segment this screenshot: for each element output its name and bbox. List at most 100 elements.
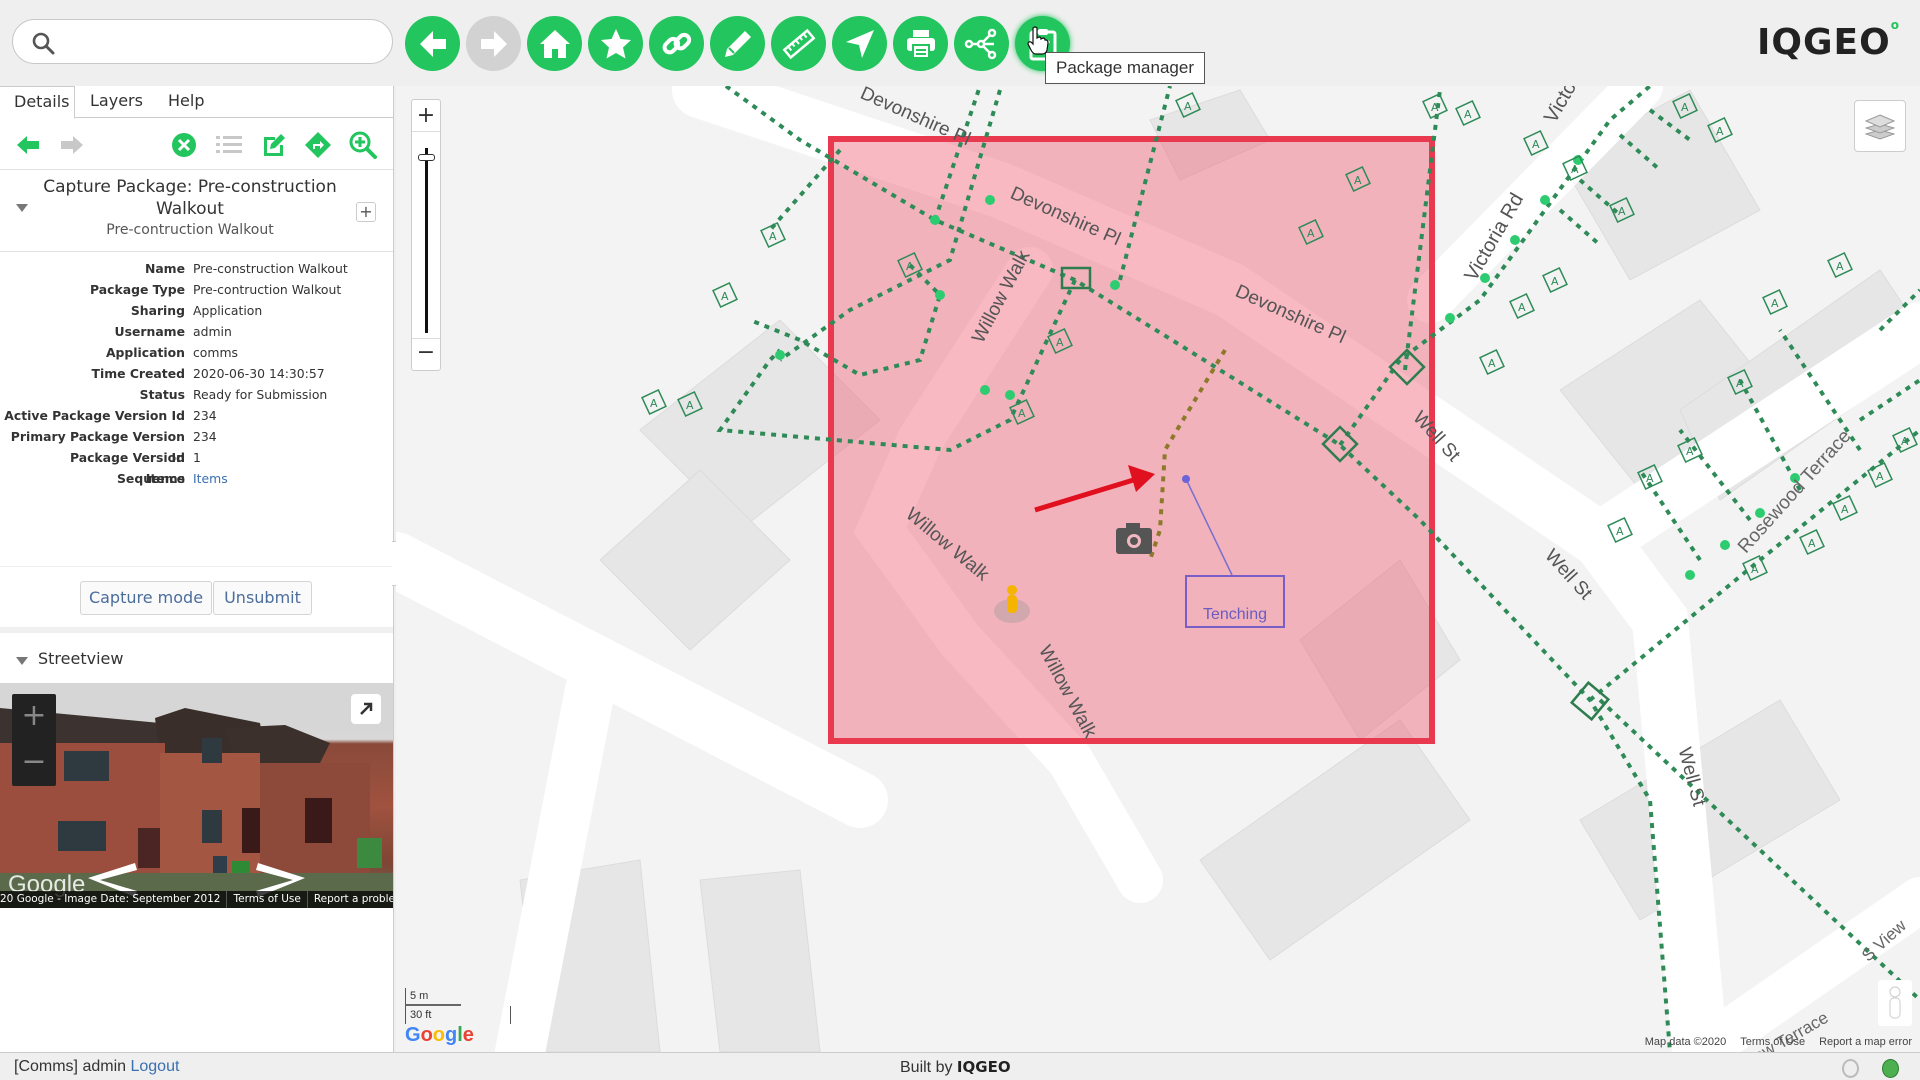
hand-cursor-icon: [1027, 26, 1049, 55]
list-button[interactable]: [215, 131, 243, 159]
print-button[interactable]: [893, 16, 948, 71]
tab-layers[interactable]: Layers: [76, 86, 157, 119]
user-label: [Comms] admin: [14, 1058, 127, 1075]
details-back-button[interactable]: [14, 131, 42, 159]
network-node: [775, 350, 785, 360]
detail-value: comms: [193, 345, 238, 360]
home-button[interactable]: [527, 16, 582, 71]
network-node: [1540, 195, 1550, 205]
details-forward-button[interactable]: [58, 131, 86, 159]
address-point-glyph: A: [1018, 407, 1026, 420]
address-point-glyph: A: [1616, 525, 1624, 538]
search-input[interactable]: [63, 28, 373, 56]
forward-button[interactable]: [466, 16, 521, 71]
scale-metric: 5 m: [405, 988, 461, 1006]
clear-button[interactable]: [170, 131, 198, 159]
network-node: [980, 385, 990, 395]
detail-key: Sharing: [130, 303, 185, 318]
measure-button[interactable]: [771, 16, 826, 71]
capture-area[interactable]: [828, 136, 1435, 744]
building: [1199, 719, 1471, 961]
arrow-right-icon: [480, 30, 507, 57]
address-point-glyph: A: [1876, 470, 1884, 483]
directions-icon: [305, 132, 331, 158]
streetview-expand-button[interactable]: [351, 694, 381, 724]
search-box[interactable]: [12, 19, 393, 64]
address-point-glyph: A: [1646, 472, 1654, 485]
zoom-in-icon: [349, 131, 377, 159]
printer-icon: [906, 29, 935, 59]
collapse-caret-icon: [16, 657, 28, 665]
streetview-image[interactable]: + − Google 20 Google - Image Date: Septe…: [0, 683, 393, 908]
annotation-label[interactable]: Tenching: [1186, 589, 1284, 640]
bookmarks-button[interactable]: [588, 16, 643, 71]
detail-key: Username: [114, 324, 185, 339]
map-zoom-in-button[interactable]: +: [412, 100, 440, 132]
close-circle-icon: [172, 133, 196, 157]
streetview-report-link[interactable]: Report a problem: [308, 891, 393, 908]
map-zoom-out-button[interactable]: −: [412, 338, 440, 370]
address-point-glyph: A: [1532, 138, 1540, 151]
share-button[interactable]: [954, 16, 1009, 71]
locate-button[interactable]: [832, 16, 887, 71]
detail-key: Status: [139, 387, 185, 402]
detail-value: Pre-contruction Walkout: [193, 282, 342, 297]
detail-value: Application: [193, 303, 263, 318]
address-point-glyph: A: [1307, 227, 1315, 240]
streetview-zoom-in-button[interactable]: +: [12, 694, 56, 740]
address-point-glyph: A: [1681, 101, 1689, 114]
streetview-terms-link[interactable]: Terms of Use: [227, 891, 308, 908]
logout-link[interactable]: Logout: [130, 1058, 179, 1075]
address-point-glyph: A: [769, 230, 777, 243]
streetview-pegman-button[interactable]: [1878, 980, 1912, 1026]
notification-bell-icon[interactable]: [1842, 1059, 1859, 1078]
report-map-error-link[interactable]: Report a map error: [1819, 1036, 1912, 1048]
tab-help[interactable]: Help: [154, 86, 218, 119]
iqgeo-logo: IQGEOo: [1757, 18, 1900, 63]
zoom-to-button[interactable]: [349, 131, 377, 159]
streetview-header[interactable]: Streetview: [0, 639, 393, 681]
streetview-zoom-control: + −: [12, 694, 56, 786]
edit-icon: [264, 134, 285, 156]
detail-key: Time Created: [91, 366, 186, 381]
address-point-glyph: A: [1716, 125, 1724, 138]
package-title: Capture Package: Pre-construction Walkou…: [43, 177, 337, 219]
unsubmit-button[interactable]: Unsubmit: [213, 581, 312, 615]
detail-key: Package Type: [90, 282, 185, 297]
top-toolbar: IQGEOo: [0, 0, 1920, 86]
layers-button[interactable]: [1854, 100, 1906, 152]
zoom-slider-track[interactable]: [425, 148, 428, 333]
address-point-glyph: A: [1808, 537, 1816, 550]
tab-details[interactable]: Details: [0, 86, 75, 119]
map-canvas[interactable]: A A A A A A A A A A A A A A A A A A A A A A A A A A A A A A A: [396, 86, 1920, 1052]
detail-row: Status Ready for Submission: [0, 384, 393, 405]
link-button[interactable]: [649, 16, 704, 71]
zoom-slider-thumb[interactable]: [418, 154, 435, 162]
map-terms-link[interactable]: Terms of Use: [1740, 1036, 1805, 1048]
package-subtitle: Pre-contruction Walkout: [106, 222, 274, 238]
detail-row: Time Created 2020-06-30 14:30:57: [0, 363, 393, 384]
markup-button[interactable]: [710, 16, 765, 71]
detail-value: 234: [193, 429, 217, 444]
capture-mode-button[interactable]: Capture mode: [80, 581, 212, 615]
add-button[interactable]: +: [356, 202, 376, 222]
streetview-footer: 20 Google - Image Date: September 2012 T…: [0, 891, 393, 908]
items-link[interactable]: Items: [193, 468, 228, 489]
streetview-zoom-out-button[interactable]: −: [12, 740, 56, 786]
address-point-glyph: A: [1354, 174, 1362, 187]
address-point-glyph: A: [1901, 435, 1909, 448]
ruler-icon: [782, 28, 815, 59]
back-button[interactable]: [405, 16, 460, 71]
detail-row: Items Items: [0, 468, 393, 489]
arrow-right-icon: [61, 136, 83, 154]
map-view[interactable]: AAAAAAAAAAAAAAAAAAAAAAAAAAAAAAA Devonshi…: [396, 86, 1920, 1052]
map-data-credit: Map data ©2020: [1644, 1036, 1727, 1048]
directions-button[interactable]: [304, 131, 332, 159]
collapse-caret-icon[interactable]: [16, 204, 28, 212]
detail-value: 2020-06-30 14:30:57: [193, 366, 325, 381]
network-node: [1110, 280, 1120, 290]
detail-row: Package Type Pre-contruction Walkout: [0, 279, 393, 300]
detail-row: Sharing Application: [0, 300, 393, 321]
edit-button[interactable]: [260, 131, 288, 159]
address-point-glyph: A: [1841, 503, 1849, 516]
